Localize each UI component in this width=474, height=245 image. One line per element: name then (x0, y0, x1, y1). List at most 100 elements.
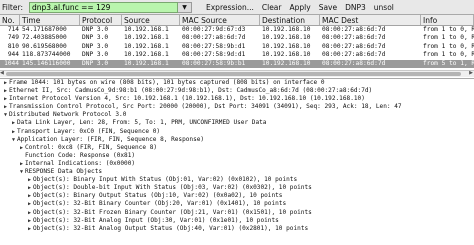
cell-time: 118.873744000 (22, 51, 71, 59)
packet-list-horizontal-scrollbar[interactable]: ◀ ▶ (0, 70, 474, 77)
collapsed-triangle-icon[interactable]: ▶ (26, 209, 33, 217)
expanded-triangle-icon[interactable]: ▼ (10, 136, 17, 144)
cell-protocol: DNP 3.0 (82, 42, 109, 50)
tree-item[interactable]: ▶ Transport Layer: 0xC0 (FIN, Sequence 0) (0, 128, 474, 136)
expanded-triangle-icon[interactable]: ▼ (2, 111, 9, 119)
tree-item[interactable]: ▶ Internet Protocol Version 4, Src: 10.19… (0, 95, 474, 103)
tree-item-label: Frame 1044: 101 bytes on wire (808 bits)… (9, 79, 325, 86)
cell-source: 10.192.168.1 (124, 51, 169, 59)
column-header-protocol[interactable]: Protocol (80, 15, 122, 25)
column-header-mac-dest[interactable]: MAC Dest (320, 15, 421, 25)
cell-source: 10.192.168.1 (124, 34, 169, 42)
cell-protocol: DNP 3.0 (82, 51, 109, 59)
tree-item-label: Application Layer: (FIR, FIN, Sequence 8… (17, 135, 205, 143)
cell-destination: 10.192.168.10 (262, 51, 311, 59)
tree-item[interactable]: ▶ Object(s): 32-Bit Analog Output Status … (0, 225, 474, 233)
column-header-source[interactable]: Source (122, 15, 180, 25)
cell-info: from 1 to 0, Response (423, 42, 474, 50)
tree-item[interactable]: ▼ Application Layer: (FIR, FIN, Sequence … (0, 136, 474, 144)
tree-item[interactable]: ▶ Object(s): Binary Output Status (Obj:10… (0, 192, 474, 200)
packet-row[interactable]: 944 118.873744000 DNP 3.0 10.192.168.1 0… (0, 51, 474, 59)
packet-row[interactable]: 749 72.403885000 DNP 3.0 10.192.168.1 08… (0, 34, 474, 42)
unsol-filter-button[interactable]: unsol (374, 3, 394, 12)
cell-protocol: DNP 3.0 (82, 59, 109, 67)
filter-history-dropdown[interactable]: ▼ (178, 1, 192, 13)
collapsed-triangle-icon[interactable]: ▶ (10, 128, 17, 136)
expanded-triangle-icon[interactable]: ▼ (18, 168, 25, 176)
tree-item[interactable]: ▶ Object(s): 32-Bit Binary Counter (Obj:2… (0, 200, 474, 208)
tree-item-label: Object(s): 32-Bit Analog Input (Obj:30, … (33, 216, 279, 224)
column-header-mac-source[interactable]: MAC Source (180, 15, 260, 25)
tree-item[interactable]: ▶ Object(s): 32-Bit Analog Input (Obj:30,… (0, 217, 474, 225)
tree-item[interactable]: ▶ Ethernet II, Src: CadmusCo_9d:98:b1 (08… (0, 87, 474, 95)
cell-destination: 10.192.168.10 (262, 59, 311, 67)
cell-protocol: DNP 3.0 (82, 26, 109, 33)
display-filter-input[interactable]: dnp3.al.func == 129 (29, 1, 178, 13)
column-header-no[interactable]: No. (0, 15, 20, 25)
scrollbar-thumb[interactable] (6, 72, 461, 76)
packet-row[interactable]: 714 54.171687000 DNP 3.0 10.192.168.1 00… (0, 26, 474, 34)
apply-button[interactable]: Apply (290, 3, 311, 12)
cell-source: 10.192.168.1 (124, 59, 169, 67)
collapsed-triangle-icon[interactable]: ▶ (18, 144, 25, 152)
tree-item[interactable]: ▶ Object(s): 32-Bit Frozen Binary Counter… (0, 209, 474, 217)
collapsed-triangle-icon[interactable]: ▶ (2, 87, 9, 95)
collapsed-triangle-icon[interactable]: ▶ (26, 176, 33, 184)
packet-row[interactable]: 810 90.619568000 DNP 3.0 10.192.168.1 08… (0, 43, 474, 51)
collapsed-triangle-icon[interactable]: ▶ (26, 184, 33, 192)
tree-item-label: Data Link Layer, Len: 28, From: 5, To: 1… (17, 119, 267, 127)
cell-source: 10.192.168.1 (124, 26, 169, 33)
save-button[interactable]: Save (319, 3, 337, 12)
tree-item-label: Transport Layer: 0xC0 (FIN, Sequence 0) (17, 127, 161, 135)
scroll-left-icon[interactable]: ◀ (0, 70, 4, 76)
cell-info: from 5 to 1, Response (423, 59, 474, 67)
collapsed-triangle-icon[interactable]: ▶ (26, 225, 33, 233)
packet-list: No. Time Protocol Source MAC Source Dest… (0, 15, 474, 77)
cell-mac-dest: 08:00:27:a8:6d:7d (322, 59, 386, 67)
tree-item-label: Object(s): 32-Bit Frozen Binary Counter … (33, 208, 312, 216)
tree-item[interactable]: ▶ Frame 1044: 101 bytes on wire (808 bits… (0, 79, 474, 87)
collapsed-triangle-icon[interactable]: ▶ (18, 160, 25, 168)
tree-item[interactable]: ▶ Control: 0xc8 (FIR, FIN, Sequence 8) (0, 144, 474, 152)
tree-item-label: Object(s): Binary Input With Status (Obj… (33, 176, 298, 184)
tree-item[interactable]: ▼ Distributed Network Protocol 3.0 (0, 111, 474, 119)
scroll-right-icon[interactable]: ▶ (469, 70, 473, 76)
tree-item-label: Function Code: Response (0x81) (25, 151, 136, 159)
cell-source: 10.192.168.1 (124, 42, 169, 50)
tree-item-label: Internet Protocol Version 4, Src: 10.192… (9, 95, 365, 103)
collapsed-triangle-icon[interactable]: ▶ (2, 79, 9, 87)
tree-item[interactable]: ▶ Data Link Layer, Len: 28, From: 5, To: … (0, 119, 474, 127)
tree-item[interactable]: ▶ Internal Indications: (0x0000) (0, 160, 474, 168)
packet-row-selected[interactable]: 1044 145.146116000 DNP 3.0 10.192.168.1 … (0, 59, 474, 68)
cell-time: 72.403885000 (22, 34, 67, 42)
cell-protocol: DNP 3.0 (82, 34, 109, 42)
collapsed-triangle-icon[interactable]: ▶ (2, 103, 9, 111)
collapsed-triangle-icon[interactable]: ▶ (26, 200, 33, 208)
expression-button[interactable]: Expression... (206, 3, 254, 12)
tree-item[interactable]: ▶Function Code: Response (0x81) (0, 152, 474, 160)
column-header-time[interactable]: Time (20, 15, 80, 25)
cell-destination: 10.192.168.10 (262, 26, 311, 33)
collapsed-triangle-icon[interactable]: ▶ (10, 119, 17, 127)
cell-mac-source: 08:00:27:58:9d:d1 (182, 51, 246, 59)
tree-item[interactable]: ▶ Object(s): Binary Input With Status (Ob… (0, 176, 474, 184)
chevron-down-icon: ▼ (182, 3, 187, 11)
cell-no: 1044 (4, 59, 19, 67)
filter-label: Filter: (2, 2, 23, 12)
column-header-info[interactable]: Info (421, 15, 474, 25)
collapsed-triangle-icon[interactable]: ▶ (26, 192, 33, 200)
tree-item[interactable]: ▶ Transmission Control Protocol, Src Port… (0, 103, 474, 111)
filter-toolbar: Filter: dnp3.al.func == 129 ▼ Expression… (0, 0, 474, 15)
cell-time: 145.146116000 (22, 59, 71, 67)
tree-item[interactable]: ▶ Object(s): Double-bit Input With Status… (0, 184, 474, 192)
tree-item-label: Object(s): Double-bit Input With Status … (33, 184, 312, 192)
tree-item[interactable]: ▼ RESPONSE Data Objects (0, 168, 474, 176)
column-header-destination[interactable]: Destination (260, 15, 320, 25)
collapsed-triangle-icon[interactable]: ▶ (2, 95, 9, 103)
clear-button[interactable]: Clear (262, 3, 282, 12)
cell-info: from 1 to 0, Response (423, 51, 474, 59)
collapsed-triangle-icon[interactable]: ▶ (26, 217, 33, 225)
cell-destination: 10.192.168.10 (262, 42, 311, 50)
dnp3-filter-button[interactable]: DNP3 (345, 3, 366, 12)
cell-no: 810 (7, 42, 19, 50)
